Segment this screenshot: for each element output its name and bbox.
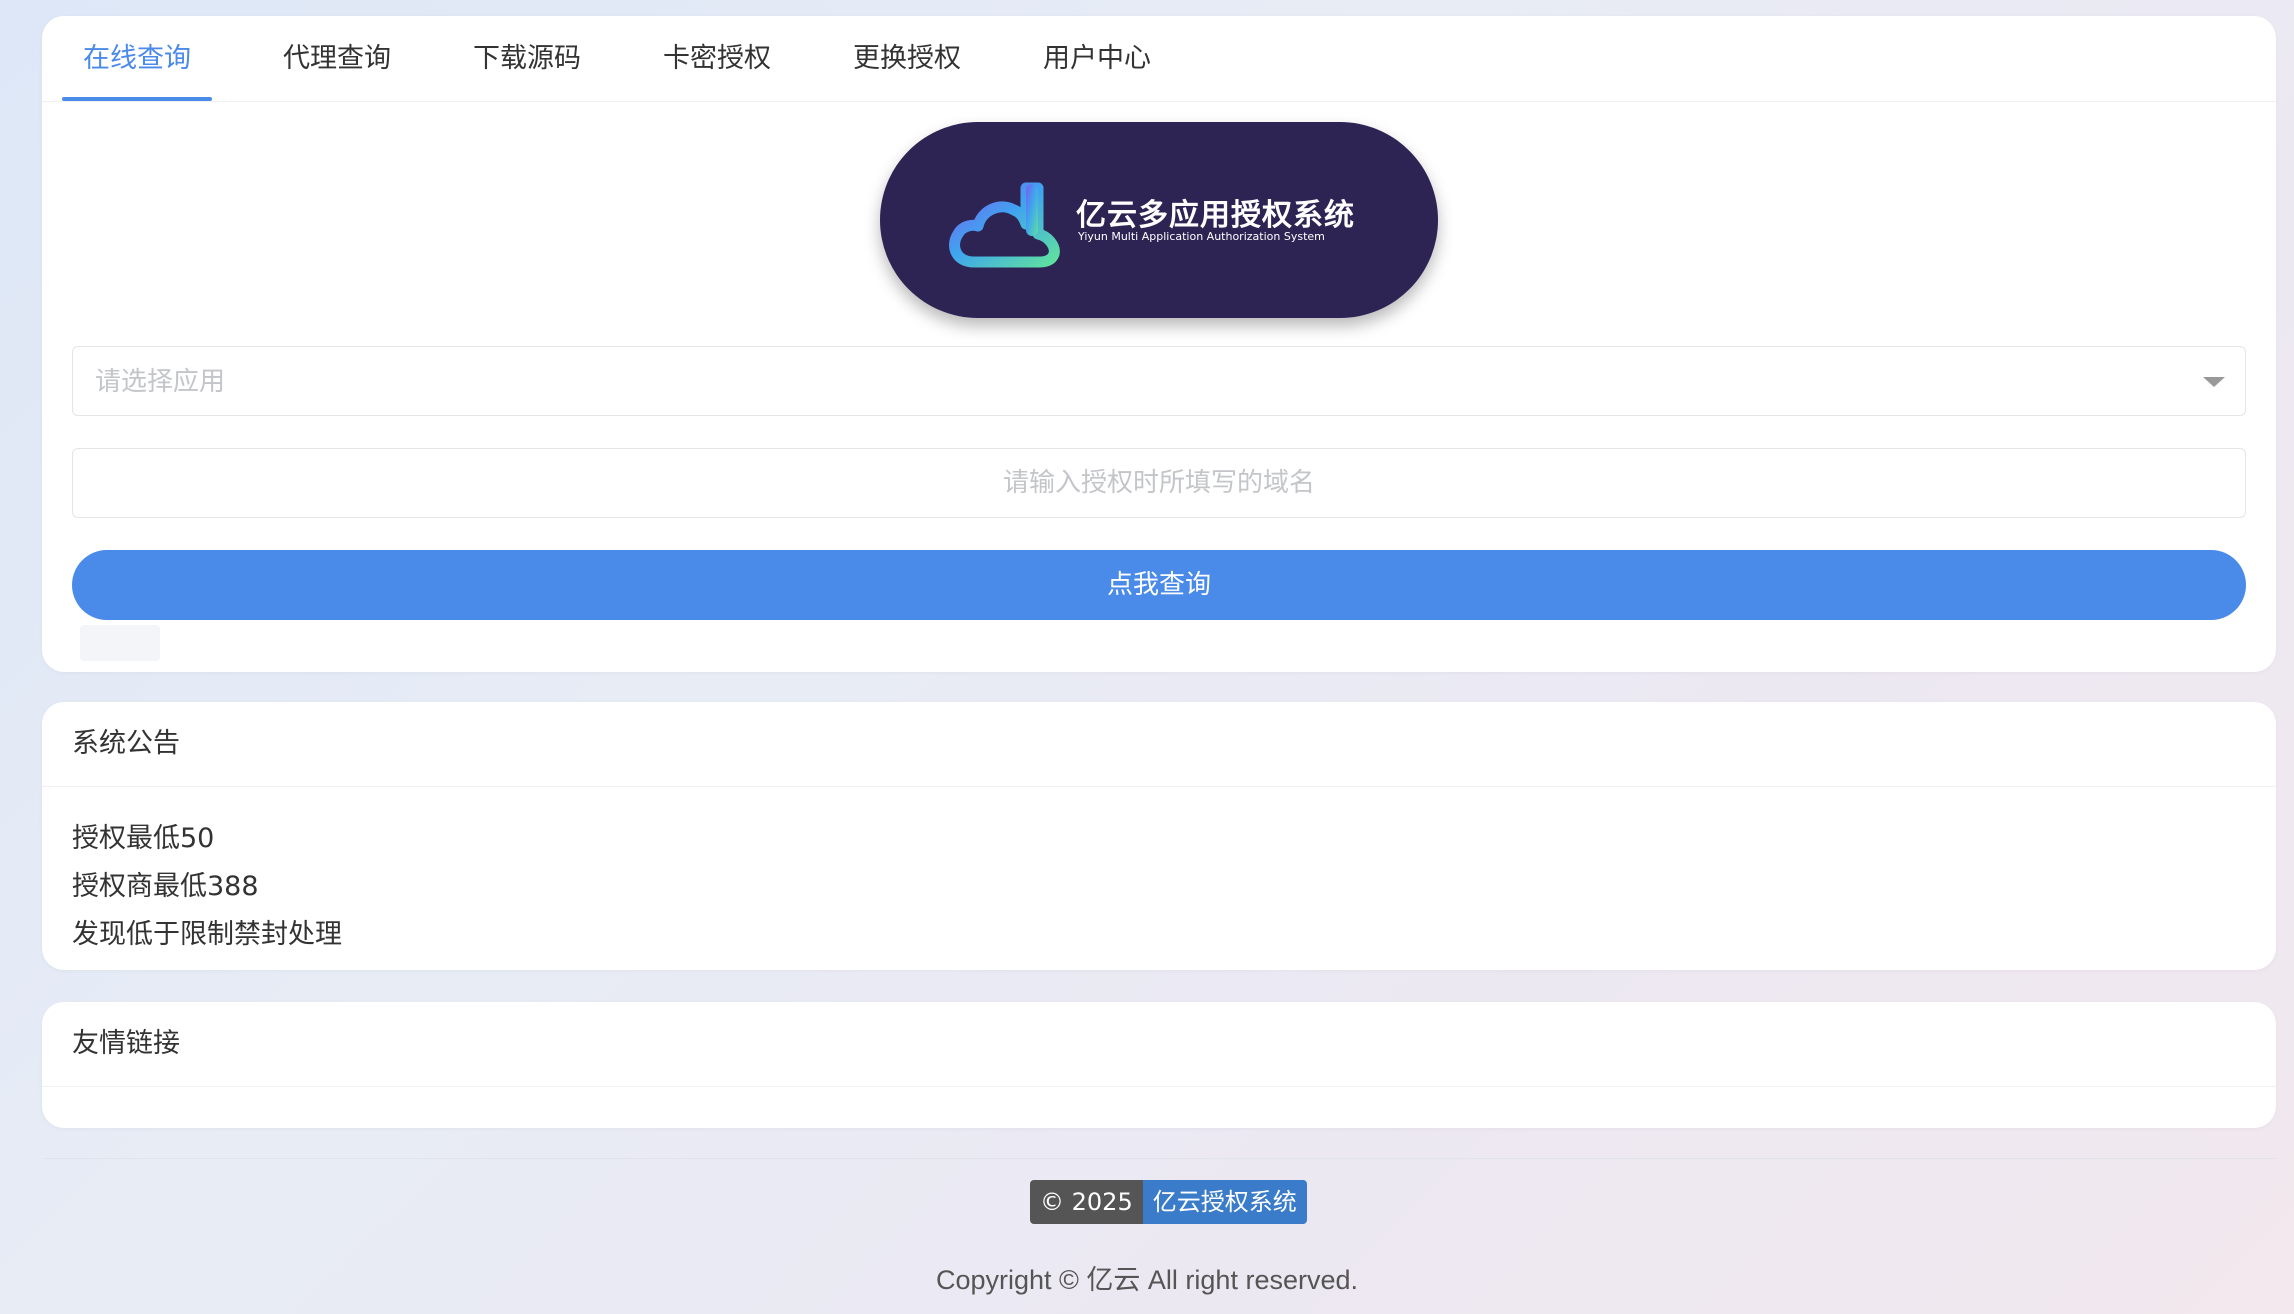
friend-links-title: 友情链接 — [72, 1028, 180, 1059]
badge-year: © 2025 — [1030, 1180, 1143, 1224]
domain-input[interactable] — [72, 448, 2246, 518]
footer-badge: © 2025 亿云授权系统 — [1030, 1180, 1307, 1224]
notice-line: 发现低于限制禁封处理 — [72, 919, 342, 950]
query-card: 在线查询 代理查询 下载源码 卡密授权 更换授权 用户中心 亿云多应用授权系统 … — [42, 16, 2276, 672]
footer-divider — [42, 1158, 2276, 1159]
notice-card: 系统公告 授权最低50 授权商最低388 发现低于限制禁封处理 — [42, 702, 2276, 970]
copyright-text: Copyright © 亿云 All right reserved. — [935, 1265, 1359, 1295]
logo-banner: 亿云多应用授权系统 Yiyun Multi Application Author… — [880, 122, 1438, 318]
active-tab-indicator — [62, 97, 212, 101]
tab-change-authorization[interactable]: 更换授权 — [842, 16, 972, 101]
query-button[interactable]: 点我查询 — [72, 550, 2246, 620]
faint-tag — [80, 625, 160, 661]
cloud-logo-icon — [949, 182, 1060, 268]
app-select[interactable]: 请选择应用 — [72, 346, 2246, 416]
friend-links-card: 友情链接 — [42, 1002, 2276, 1128]
logo-title: 亿云多应用授权系统 — [1076, 198, 1355, 233]
tab-download-source[interactable]: 下载源码 — [462, 16, 592, 101]
tab-bar: 在线查询 代理查询 下载源码 卡密授权 更换授权 用户中心 — [42, 16, 2276, 102]
tab-user-center[interactable]: 用户中心 — [1032, 16, 1162, 101]
caret-down-icon — [2203, 377, 2225, 387]
notice-header: 系统公告 — [42, 702, 2276, 787]
badge-site-name: 亿云授权系统 — [1142, 1180, 1307, 1224]
notice-line: 授权最低50 — [72, 823, 215, 854]
app-select-placeholder: 请选择应用 — [95, 367, 226, 397]
friend-links-header: 友情链接 — [42, 1002, 2276, 1087]
tab-agent-query[interactable]: 代理查询 — [272, 16, 402, 101]
logo-subtitle: Yiyun Multi Application Authorization Sy… — [1078, 230, 1325, 243]
tab-card-authorization[interactable]: 卡密授权 — [652, 16, 782, 101]
notice-title: 系统公告 — [72, 728, 180, 759]
tab-online-query[interactable]: 在线查询 — [62, 16, 212, 101]
notice-line: 授权商最低388 — [72, 871, 259, 902]
